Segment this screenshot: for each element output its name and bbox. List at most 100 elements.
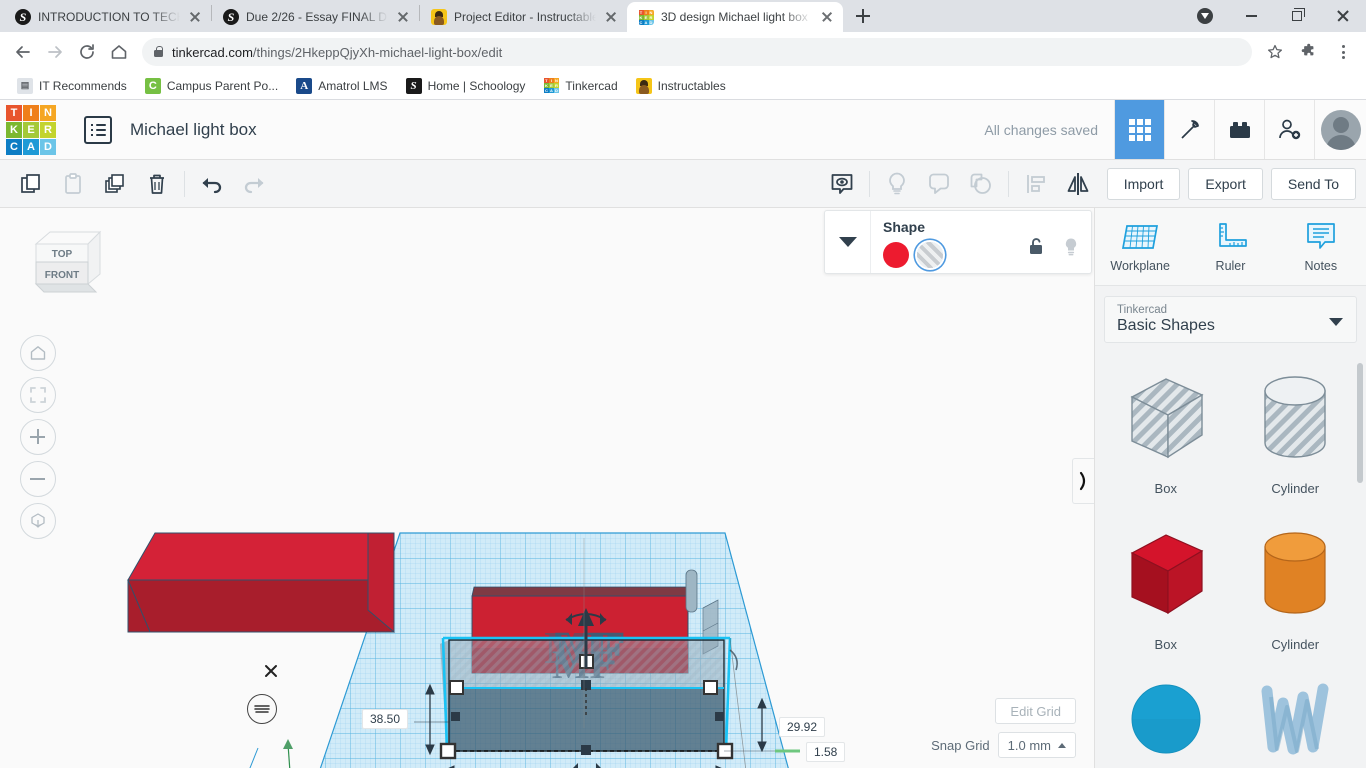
close-icon[interactable]	[603, 9, 619, 25]
workplane-menu-icon[interactable]	[247, 694, 277, 724]
paste-icon[interactable]	[52, 164, 94, 204]
back-icon[interactable]	[8, 37, 38, 67]
home-view-icon[interactable]	[20, 335, 56, 371]
workplane-close-icon[interactable]	[256, 656, 286, 686]
bookmark-item[interactable]: ▤ IT Recommends	[10, 75, 134, 97]
shape-library-dropdown[interactable]: Tinkercad Basic Shapes	[1104, 296, 1357, 343]
shape-item-cylinder-solid[interactable]: Cylinder	[1231, 519, 1361, 671]
browser-tab[interactable]: S Due 2/26 - Essay FINAL DRAFT	[212, 2, 419, 32]
fit-view-icon[interactable]	[20, 377, 56, 413]
zoom-in-icon[interactable]	[20, 419, 56, 455]
hole-swatch[interactable]	[917, 242, 943, 268]
shape-item-box-solid[interactable]: Box	[1101, 519, 1231, 671]
redo-icon[interactable]	[233, 164, 275, 204]
reload-icon[interactable]	[72, 37, 102, 67]
app-body: Workplane MF	[0, 208, 1366, 768]
import-button[interactable]: Import	[1106, 167, 1181, 200]
scrollbar-thumb[interactable]	[1357, 363, 1363, 483]
add-person-icon[interactable]	[1264, 100, 1314, 159]
light-icon[interactable]	[876, 164, 918, 204]
send-to-button[interactable]: Send To	[1270, 167, 1356, 200]
mirror-icon[interactable]	[1057, 164, 1099, 204]
bookmark-label: Campus Parent Po...	[166, 78, 279, 93]
sidebar-item-notes[interactable]: Notes	[1276, 208, 1366, 285]
close-icon[interactable]	[1320, 0, 1366, 32]
sidebar-item-workplane[interactable]: Workplane	[1095, 208, 1185, 285]
project-list-icon[interactable]	[84, 115, 112, 144]
bookmark-item[interactable]: S Home | Schoology	[399, 75, 533, 97]
extensions-icon[interactable]	[1294, 37, 1324, 67]
edit-grid-button[interactable]: Edit Grid	[995, 698, 1076, 724]
more-menu-icon[interactable]	[1328, 37, 1358, 67]
browser-tab-active[interactable]: TIN KER CAD 3D design Michael light box …	[627, 2, 843, 32]
avatar[interactable]	[1314, 100, 1366, 159]
collection-label: Basic Shapes	[1117, 317, 1215, 334]
download-icon[interactable]	[1182, 0, 1228, 32]
panel-toggle-icon[interactable]	[1072, 458, 1094, 504]
logo-tile: E	[23, 121, 39, 138]
new-tab-button[interactable]	[849, 2, 877, 30]
logo-tile: T	[6, 104, 22, 121]
schoology-icon: S	[405, 77, 422, 94]
dimension-label[interactable]: 1.58	[806, 742, 846, 762]
sidebar-item-ruler[interactable]: Ruler	[1185, 208, 1275, 285]
star-icon[interactable]	[1260, 37, 1290, 67]
save-status: All changes saved	[984, 121, 1098, 138]
page-title[interactable]: Michael light box	[130, 120, 257, 140]
view-toggle-icon[interactable]	[821, 164, 863, 204]
shape-item-box-hole[interactable]: Box	[1101, 363, 1231, 515]
sidebar-tools: Workplane Ruler Notes	[1095, 208, 1366, 286]
home-icon[interactable]	[104, 37, 134, 67]
grid-view-icon[interactable]	[1114, 100, 1164, 159]
copy-icon[interactable]	[10, 164, 52, 204]
3d-canvas[interactable]: Workplane MF	[0, 208, 1094, 768]
url-path: /things/2HkeppQjyXh-michael-light-box/ed…	[252, 44, 503, 60]
close-icon[interactable]	[395, 9, 411, 25]
scribble-icon	[1261, 683, 1329, 755]
view-cube[interactable]: TOP FRONT	[22, 226, 106, 308]
ortho-perspective-icon[interactable]	[20, 503, 56, 539]
address-bar[interactable]: tinkercad.com/things/2HkeppQjyXh-michael…	[142, 38, 1252, 66]
bookmark-item[interactable]: C Campus Parent Po...	[138, 75, 285, 97]
close-icon[interactable]	[819, 9, 835, 25]
sidebar-tool-label: Notes	[1304, 259, 1338, 273]
delete-icon[interactable]	[136, 164, 178, 204]
dimension-label[interactable]: 38.50	[362, 709, 409, 729]
group-icon[interactable]	[918, 164, 960, 204]
align-icon[interactable]	[1015, 164, 1057, 204]
divider	[1007, 170, 1009, 197]
ungroup-icon[interactable]	[960, 164, 1002, 204]
unlock-icon[interactable]	[1028, 237, 1045, 262]
cylinder-solid-icon	[1264, 532, 1326, 614]
blocks-icon[interactable]	[1214, 100, 1264, 159]
browser-tab[interactable]: Project Editor - Instructables	[420, 2, 627, 32]
chevron-down-icon	[1329, 318, 1343, 326]
export-button[interactable]: Export	[1188, 167, 1263, 200]
shapes-sidebar: Workplane Ruler Notes Tinkercad Basic Sh…	[1094, 208, 1366, 768]
snap-grid-select[interactable]: 1.0 mm	[997, 732, 1076, 758]
solid-color-swatch[interactable]	[883, 242, 909, 268]
forward-icon[interactable]	[40, 37, 70, 67]
logo-tile: R	[40, 121, 56, 138]
3d-scene[interactable]: Workplane MF	[0, 208, 1094, 768]
cylinder-hole-icon	[1264, 376, 1326, 458]
duplicate-icon[interactable]	[94, 164, 136, 204]
shape-item-scribble[interactable]	[1231, 675, 1361, 768]
collapse-icon[interactable]	[825, 211, 871, 273]
bookmark-item[interactable]: TIN KER CAD Tinkercad	[536, 75, 624, 97]
dimension-label[interactable]: 29.92	[779, 717, 826, 737]
browser-tab[interactable]: S INTRODUCTION TO TECHNOLOG	[4, 2, 211, 32]
restore-icon[interactable]	[1274, 0, 1320, 32]
shape-item-sphere[interactable]	[1101, 675, 1231, 768]
minimize-icon[interactable]	[1228, 0, 1274, 32]
bookmark-item[interactable]: Instructables	[629, 75, 733, 97]
shape-item-cylinder-hole[interactable]: Cylinder	[1231, 363, 1361, 515]
lightbulb-icon[interactable]	[1063, 237, 1079, 262]
zoom-out-icon[interactable]	[20, 461, 56, 497]
box-solid-icon	[1130, 534, 1204, 615]
close-icon[interactable]	[187, 9, 203, 25]
undo-icon[interactable]	[191, 164, 233, 204]
codeblocks-icon[interactable]	[1164, 100, 1214, 159]
tinkercad-logo-icon[interactable]: T I N K E R C A D	[6, 104, 56, 155]
bookmark-item[interactable]: A Amatrol LMS	[289, 75, 394, 97]
